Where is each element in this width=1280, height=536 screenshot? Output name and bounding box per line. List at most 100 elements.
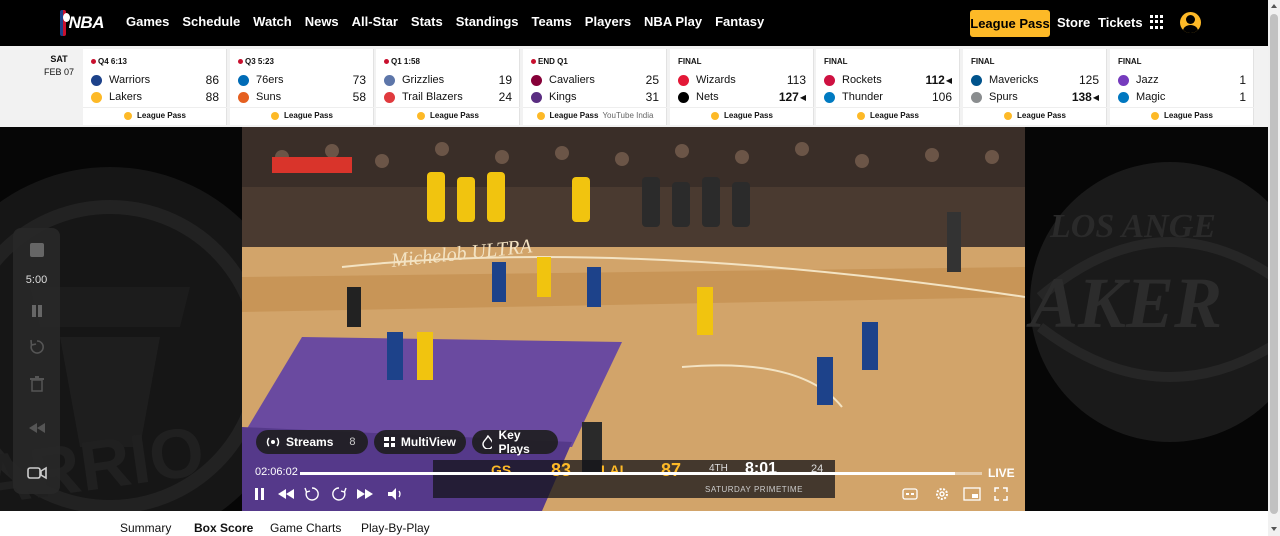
pause-button[interactable] [13,300,60,322]
captions-button[interactable] [900,485,920,503]
league-pass-link[interactable]: League Pass [83,107,227,123]
tickets-link[interactable]: Tickets [1098,15,1143,30]
team-name: Wizards [696,74,736,86]
team-row: Nets 127 ◀ [678,90,806,104]
team-logo-icon [531,91,542,103]
nav-link-fantasy[interactable]: Fantasy [715,14,764,29]
nav-link-schedule[interactable]: Schedule [182,14,240,29]
nav-link-news[interactable]: News [305,14,339,29]
game-status: Q1 1:58 [384,57,420,66]
team-row: Lakers 88 [91,90,219,104]
nba-logo[interactable]: NBA [60,9,105,37]
team-row: Suns 58 [238,90,366,104]
progress-bar[interactable] [300,472,982,475]
bug-away-team: GS [491,462,512,478]
game-status-text: FINAL [971,57,995,66]
tab-play-by-play[interactable]: Play-By-Play [361,521,430,535]
league-pass-link[interactable]: League Pass [230,107,374,123]
game-card[interactable]: FINAL Rockets 112 ◀ Thunder 106 League P… [816,49,960,125]
team-logo-icon [678,91,689,103]
live-indicator[interactable]: LIVE [988,466,1015,480]
team-name: Grizzlies [402,74,445,86]
page-scrollbar[interactable] [1268,0,1280,536]
league-pass-link[interactable]: League Pass [963,107,1107,123]
fullscreen-button[interactable] [991,485,1011,503]
league-pass-link[interactable]: League Pass YouTube India [523,107,667,123]
game-card[interactable]: Q4 6:13 Warriors 86 Lakers 88 League Pas… [83,49,227,125]
game-card[interactable]: Q3 5:23 76ers 73 Suns 58 League Pass [230,49,374,125]
league-pass-link[interactable]: League Pass [1110,107,1254,123]
league-pass-label: League Pass [137,111,186,120]
tab-summary[interactable]: Summary [120,521,171,535]
nav-link-games[interactable]: Games [126,14,169,29]
league-pass-link[interactable]: League Pass [816,107,960,123]
stop-icon [29,243,44,257]
game-card[interactable]: FINAL Wizards 113 Nets 127 ◀ League Pass [670,49,814,125]
team-logo-icon [824,74,835,86]
league-pass-button[interactable]: League Pass [970,10,1050,37]
league-pass-icon [1151,111,1160,120]
apps-grid-icon[interactable] [1150,15,1164,29]
league-pass-link[interactable]: League Pass [376,107,520,123]
multiview-button[interactable]: MultiView [374,430,466,454]
team-score: 1 [1239,73,1246,87]
svg-text:AKER: AKER [1026,263,1222,343]
key-plays-button[interactable]: Key Plays [472,428,558,456]
team-row: Rockets 112 ◀ [824,73,952,87]
nav-link-nba-play[interactable]: NBA Play [644,14,702,29]
game-status-text: FINAL [1118,57,1142,66]
rewind-10-button[interactable] [302,485,322,503]
forward-10-icon [332,487,347,501]
scoreboard-date[interactable]: SAT FEB 07 [36,54,82,77]
league-pass-icon [857,111,866,120]
winner-arrow-icon: ◀ [1092,92,1099,102]
user-avatar-icon[interactable] [1180,12,1201,33]
bug-banner: SATURDAY PRIMETIME [705,485,803,494]
team-logo-icon [238,74,249,86]
tab-box-score[interactable]: Box Score [194,521,253,535]
camera-button[interactable] [13,462,60,484]
nav-link-players[interactable]: Players [585,14,631,29]
scrollbar-thumb[interactable] [1270,14,1278,514]
bug-home-team: LAL [601,462,629,478]
streams-button[interactable]: Streams 8 [256,430,368,454]
multiview-icon [384,437,395,447]
forward-10-button[interactable] [329,485,349,503]
team-score: 86 [205,73,219,87]
nav-link-stats[interactable]: Stats [411,14,443,29]
game-card[interactable]: Q1 1:58 Grizzlies 19 Trail Blazers 24 Le… [376,49,520,125]
league-pass-link[interactable]: League Pass [670,107,814,123]
play-pause-button[interactable] [250,485,270,503]
skip-back-button[interactable] [276,485,296,503]
volume-button[interactable] [386,485,406,503]
nav-link-teams[interactable]: Teams [532,14,572,29]
video-camera-icon [26,466,47,480]
nav-link-watch[interactable]: Watch [253,14,292,29]
league-pass-label: League Pass [430,111,479,120]
game-card[interactable]: FINAL Jazz 1 Magic 1 League Pass [1110,49,1254,125]
store-link[interactable]: Store [1057,15,1090,30]
nav-link-all-star[interactable]: All-Star [352,14,398,29]
team-row: Thunder 106 [824,90,952,104]
tab-game-charts[interactable]: Game Charts [270,521,341,535]
settings-button[interactable] [932,485,952,503]
delete-button[interactable] [13,373,60,395]
scroll-up-arrow-icon[interactable] [1271,4,1277,8]
pip-button[interactable] [962,485,982,503]
skip-forward-button[interactable] [355,485,375,503]
nav-link-standings[interactable]: Standings [456,14,519,29]
stop-button[interactable] [13,238,60,262]
streams-count: 8 [349,436,356,448]
team-row: Kings 31 [531,90,659,104]
rewind-button[interactable] [13,417,60,439]
team-name: Trail Blazers [402,91,463,103]
date-day: SAT [50,54,68,64]
game-card[interactable]: FINAL Mavericks 125 Spurs 138 ◀ League P… [963,49,1107,125]
game-status: FINAL [1118,57,1142,66]
game-card[interactable]: END Q1 Cavaliers 25 Kings 31 League Pass… [523,49,667,125]
team-score: 113 [786,73,806,87]
scroll-down-arrow-icon[interactable] [1271,527,1277,531]
team-name: Rockets [842,74,882,86]
team-row: Magic 1 [1118,90,1246,104]
restart-button[interactable] [13,336,60,358]
